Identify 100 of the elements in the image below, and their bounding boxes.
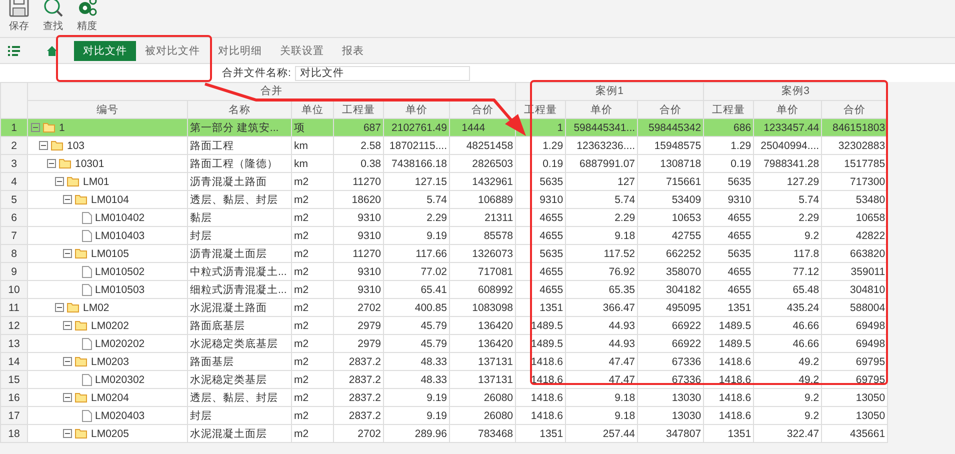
table-cell: 中粒式沥青混凝土... bbox=[190, 266, 287, 278]
column-header: 名称 bbox=[228, 104, 250, 116]
toolbar-button[interactable]: 精度 bbox=[76, 0, 98, 35]
table-cell: 47.47 bbox=[608, 374, 636, 386]
table-row[interactable]: 5 LM0104 透层、黏层、封层 m2 18620 5.74 106889 9310 5.74 53409 9310 5.74 53480 bbox=[0, 190, 888, 208]
table-cell: 66922 bbox=[672, 338, 702, 350]
toolbar-button[interactable]: 查找 bbox=[42, 0, 64, 35]
table-cell: 1418.6 bbox=[530, 410, 564, 422]
table-cell: m2 bbox=[294, 392, 309, 404]
table-row[interactable]: 10 LM010503 细粒式沥青混凝土... m2 9310 65.41 608992 4655 65.35 304182 4655 65.48 304810 bbox=[0, 280, 888, 298]
collapse-icon[interactable] bbox=[63, 249, 72, 258]
row-number: 12 bbox=[8, 320, 20, 332]
tab[interactable]: 关联设置 bbox=[271, 40, 333, 60]
table-cell: 846151803 bbox=[832, 122, 886, 134]
tab[interactable]: 对比文件 bbox=[74, 40, 136, 60]
table-cell: 1444 bbox=[462, 122, 486, 134]
folder-icon bbox=[67, 302, 80, 313]
table-row[interactable]: 13 LM020202 水泥稳定类底基层 m2 2979 45.79 136420 1489.5 44.93 66922 1489.5 46.66 69498 bbox=[0, 334, 888, 352]
table-row[interactable]: 18 LM0205 水泥混凝土面层 m2 2702 289.96 783468 1351 257.44 347807 1351 322.47 435661 bbox=[0, 424, 888, 442]
table-row[interactable]: 9 LM010502 中粒式沥青混凝土... m2 9310 77.02 717081 4655 76.92 358070 4655 77.12 359011 bbox=[0, 262, 888, 280]
table-row[interactable]: 8 LM0105 沥青混凝土面层 m2 11270 117.66 1326073 5635 117.52 662252 5635 117.8 663820 bbox=[0, 244, 888, 262]
table-cell: 69795 bbox=[856, 374, 886, 386]
tab[interactable]: 对比明细 bbox=[209, 40, 271, 60]
table-cell: km bbox=[294, 158, 308, 170]
table-cell: 47.47 bbox=[608, 356, 636, 368]
table-cell: 42755 bbox=[672, 230, 702, 242]
collapse-icon[interactable] bbox=[55, 177, 64, 186]
code-text: LM0203 bbox=[91, 354, 129, 370]
table-cell: 1418.6 bbox=[530, 356, 564, 368]
tab[interactable]: 被对比文件 bbox=[136, 40, 209, 60]
table-cell: 4655 bbox=[728, 284, 752, 296]
collapse-icon[interactable] bbox=[63, 321, 72, 330]
table-cell: m2 bbox=[294, 194, 309, 206]
table-row[interactable]: 2 103 路面工程 km 2.58 18702115.... 48251458 1.29 12363236.... 15948575 1.29 25040994.... 32302883 bbox=[0, 136, 888, 154]
row-number: 11 bbox=[8, 302, 20, 314]
table-row[interactable]: 4 LM01 沥青混凝土路面 m2 11270 127.15 1432961 5635 127 715661 5635 127.29 717300 bbox=[0, 172, 888, 190]
folder-icon bbox=[75, 428, 88, 439]
table-row[interactable]: 6 LM010402 黏层 m2 9310 2.29 21311 4655 2.29 10653 4655 2.29 10658 bbox=[0, 208, 888, 226]
table-cell: 127.29 bbox=[786, 176, 820, 188]
column-header: 合价 bbox=[660, 104, 682, 116]
file-icon bbox=[82, 284, 92, 296]
table-cell: 路面工程 bbox=[190, 140, 234, 152]
table-row[interactable]: 14 LM0203 路面基层 m2 2837.2 48.33 137131 1418.6 47.47 67336 1418.6 49.2 69795 bbox=[0, 352, 888, 370]
table-cell: 137131 bbox=[478, 356, 514, 368]
table-cell: 53480 bbox=[856, 194, 886, 206]
table-cell: 304810 bbox=[850, 284, 886, 296]
table-cell: 4655 bbox=[540, 284, 564, 296]
table-cell: 1351 bbox=[540, 302, 564, 314]
table-cell: 2979 bbox=[358, 320, 381, 332]
column-header: 单价 bbox=[776, 104, 799, 116]
table-cell: 封层 bbox=[190, 410, 212, 422]
table-cell: 5.74 bbox=[426, 194, 447, 206]
table-row[interactable]: 16 LM0204 透层、黏层、封层 m2 2837.2 9.19 26080 1418.6 9.18 13030 1418.6 9.2 13050 bbox=[0, 388, 888, 406]
group-header: 合并 bbox=[260, 85, 283, 97]
collapse-icon[interactable] bbox=[31, 123, 40, 132]
table-cell: m2 bbox=[294, 374, 309, 386]
table-cell: 9310 bbox=[358, 212, 381, 224]
table-cell: 5.74 bbox=[614, 194, 636, 206]
table-cell: 9.2 bbox=[804, 230, 820, 242]
table-row[interactable]: 1 1 第一部分 建筑安... 项 687 2102761.49 1444 1 598445341... 598445342 686 1233457.44 846151803 bbox=[0, 118, 888, 136]
folder-icon bbox=[59, 158, 72, 169]
collapse-icon[interactable] bbox=[55, 303, 64, 312]
table-row[interactable]: 7 LM010403 封层 m2 9310 9.19 85578 4655 9.18 42755 4655 9.2 42822 bbox=[0, 226, 888, 244]
table-cell: km bbox=[294, 140, 308, 152]
table-cell: 46.66 bbox=[792, 338, 820, 350]
table-cell: m2 bbox=[294, 428, 309, 440]
collapse-icon[interactable] bbox=[39, 141, 48, 150]
list-icon[interactable] bbox=[8, 44, 22, 56]
table-cell: 588004 bbox=[850, 302, 886, 314]
tab[interactable]: 报表 bbox=[333, 40, 373, 60]
table-row[interactable]: 3 10301 路面工程（隆德） km 0.38 7438166.18 2826503 0.19 6887991.07 1308718 0.19 7988341.28 1517785 bbox=[0, 154, 888, 172]
collapse-icon[interactable] bbox=[63, 357, 72, 366]
home-icon[interactable] bbox=[46, 44, 58, 56]
table-cell: 沥青混凝土路面 bbox=[190, 176, 267, 188]
table-cell: 117.66 bbox=[416, 248, 447, 260]
table-cell: 路面工程（隆德） bbox=[190, 158, 278, 170]
group-header: 案例1 bbox=[596, 85, 624, 97]
toolbar-button[interactable]: 保存 bbox=[8, 0, 30, 35]
merge-file-label: 合并文件名称: bbox=[222, 66, 291, 81]
table-cell: 5.74 bbox=[798, 194, 820, 206]
table-cell: 687 bbox=[363, 122, 381, 134]
table-row[interactable]: 15 LM020302 水泥稳定类基层 m2 2837.2 48.33 137131 1418.6 47.47 67336 1418.6 49.2 69795 bbox=[0, 370, 888, 388]
collapse-icon[interactable] bbox=[63, 195, 72, 204]
table-cell: 48.33 bbox=[420, 356, 447, 368]
table-row[interactable]: 11 LM02 水泥混凝土路面 m2 2702 400.85 1083098 1351 366.47 495095 1351 435.24 588004 bbox=[0, 298, 888, 316]
table-cell: 49.2 bbox=[798, 356, 820, 368]
merge-file-field[interactable]: 对比文件 bbox=[294, 66, 470, 80]
code-text: LM010503 bbox=[95, 282, 145, 298]
table-cell: m2 bbox=[294, 212, 309, 224]
row-number: 17 bbox=[8, 410, 20, 422]
table-row[interactable]: 12 LM0202 路面底基层 m2 2979 45.79 136420 1489.5 44.93 66922 1489.5 46.66 69498 bbox=[0, 316, 888, 334]
table-row[interactable]: 17 LM020403 封层 m2 2837.2 9.19 26080 1418.6 9.18 13030 1418.6 9.2 13050 bbox=[0, 406, 888, 424]
table-cell: 项 bbox=[294, 122, 305, 134]
row-number: 8 bbox=[11, 248, 17, 260]
table-cell: 5635 bbox=[540, 176, 564, 188]
code-text: LM0105 bbox=[91, 246, 129, 262]
table-cell: 77.02 bbox=[420, 266, 447, 278]
collapse-icon[interactable] bbox=[63, 429, 72, 438]
collapse-icon[interactable] bbox=[63, 393, 72, 402]
collapse-icon[interactable] bbox=[47, 159, 56, 168]
